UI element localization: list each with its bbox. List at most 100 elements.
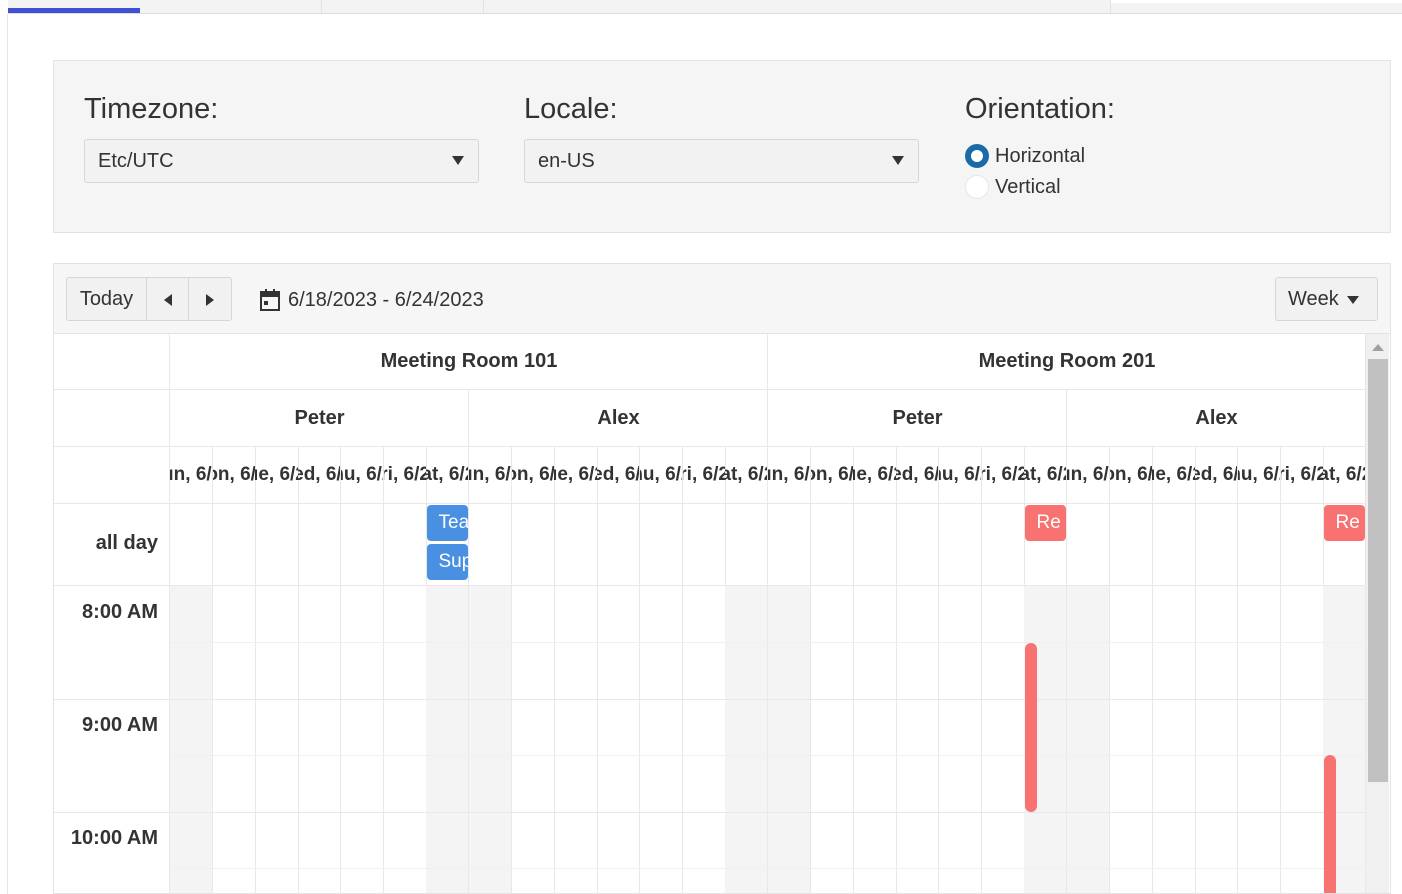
day-header: Wed, 6/21 (896, 447, 940, 504)
all-day-cell[interactable] (639, 504, 683, 586)
all-day-cell[interactable] (1195, 504, 1239, 586)
day-header: Tue, 6/20 (1152, 447, 1196, 504)
all-day-cell[interactable] (896, 504, 940, 586)
all-day-cell[interactable] (725, 504, 769, 586)
all-day-cell[interactable] (768, 504, 812, 586)
date-range-picker[interactable]: 6/18/2023 - 6/24/2023 (259, 287, 519, 313)
day-header: Mon, 6/19 (810, 447, 854, 504)
timed-event-bar[interactable] (1323, 755, 1336, 893)
day-header: Thu, 6/22 (340, 447, 384, 504)
day-header-label: Tue, 6/20 (853, 464, 895, 485)
day-header: Sat, 6/24 (1323, 447, 1366, 504)
locale-group: Locale: en-US (524, 91, 919, 183)
orientation-vertical[interactable]: Vertical (965, 174, 1165, 200)
day-header: Fri, 6/23 (1280, 447, 1324, 504)
all-day-cell[interactable] (511, 504, 555, 586)
all-day-cell[interactable] (1109, 504, 1153, 586)
day-header: Tue, 6/20 (554, 447, 598, 504)
all-day-cell[interactable] (1280, 504, 1324, 586)
all-day-cell[interactable] (340, 504, 384, 586)
all-day-cell[interactable] (597, 504, 641, 586)
event-team[interactable]: Team (426, 505, 468, 541)
all-day-cell[interactable] (298, 504, 342, 586)
tab-2[interactable] (322, 0, 484, 13)
scroll-up-icon[interactable] (1372, 344, 1384, 351)
all-day-cell[interactable] (981, 504, 1025, 586)
time-slot-row (170, 812, 1366, 869)
tab-3[interactable] (484, 0, 1111, 13)
person-header-label: Alex (1195, 407, 1238, 429)
all-day-cell[interactable] (469, 504, 513, 586)
day-header: Mon, 6/19 (511, 447, 555, 504)
day-header: Sun, 6/18 (1067, 447, 1111, 504)
orientation-group: Orientation: Horizontal Vertical (965, 91, 1265, 211)
all-day-cell[interactable] (554, 504, 598, 586)
vertical-scrollbar[interactable] (1366, 334, 1389, 893)
day-header-label: Sat, 6/24 (1323, 464, 1365, 485)
time-label: 8:00 AM (82, 601, 158, 623)
all-day-cell[interactable] (810, 504, 854, 586)
next-button[interactable] (189, 278, 231, 320)
all-day-cell[interactable] (853, 504, 897, 586)
all-day-cell[interactable] (383, 504, 427, 586)
scheduler-toolbar: Today 6/18/2023 - 6/24/2023 Week (54, 264, 1390, 334)
day-header: Thu, 6/22 (1237, 447, 1281, 504)
day-header-label: Sun, 6/18 (768, 464, 810, 485)
locale-label: Locale: (524, 93, 618, 125)
day-header: Fri, 6/23 (981, 447, 1025, 504)
all-day-cell[interactable] (255, 504, 299, 586)
day-header: Sat, 6/24 (426, 447, 470, 504)
room-header-label: Meeting Room 101 (380, 350, 558, 372)
scrollbar-thumb[interactable] (1368, 359, 1388, 782)
day-header: Sun, 6/18 (768, 447, 812, 504)
day-header-label: Thu, 6/22 (341, 464, 383, 485)
day-header: Thu, 6/22 (639, 447, 683, 504)
all-day-cell[interactable] (1067, 504, 1111, 586)
time-label-cell (54, 755, 170, 813)
previous-button[interactable] (147, 278, 189, 320)
time-slot-row (170, 699, 1366, 756)
caret-down-icon (1347, 296, 1359, 304)
caret-down-icon (452, 156, 464, 165)
day-header: Sat, 6/24 (725, 447, 769, 504)
calendar-icon (260, 289, 280, 311)
time-label: 10:00 AM (70, 827, 158, 849)
day-header: Wed, 6/21 (1195, 447, 1239, 504)
tab-strip (8, 0, 1402, 14)
day-header: Tue, 6/20 (255, 447, 299, 504)
day-header-label: Fri, 6/23 (683, 464, 725, 485)
all-day-cell[interactable] (938, 504, 982, 586)
event-re[interactable]: Re (1024, 505, 1066, 541)
view-selector[interactable]: Week (1275, 277, 1378, 321)
timezone-dropdown[interactable]: Etc/UTC (84, 139, 479, 183)
event-sup[interactable]: Sup (426, 544, 468, 580)
orientation-label: Orientation: (965, 93, 1115, 125)
day-header-label: Mon, 6/19 (213, 464, 256, 485)
radio-checked-icon[interactable] (965, 144, 989, 168)
day-header: Fri, 6/23 (682, 447, 726, 504)
corner-cell (54, 390, 170, 447)
day-header-label: Mon, 6/19 (811, 464, 854, 485)
day-header: Sat, 6/24 (1024, 447, 1068, 504)
all-day-cell[interactable] (1152, 504, 1196, 586)
all-day-cell[interactable] (1237, 504, 1281, 586)
person-header-label: Peter (294, 407, 345, 429)
all-day-cell[interactable] (682, 504, 726, 586)
all-day-cell[interactable] (212, 504, 256, 586)
corner-cell (54, 447, 170, 504)
locale-dropdown[interactable]: en-US (524, 139, 919, 183)
locale-value: en-US (538, 150, 595, 172)
all-day-cell[interactable] (170, 504, 214, 586)
person-header-label: Alex (597, 407, 640, 429)
view-label: Week (1288, 288, 1339, 310)
day-header-label: Wed, 6/21 (597, 464, 641, 485)
event-re[interactable]: Re (1323, 505, 1365, 541)
all-day-label: all day (95, 532, 158, 554)
timed-event-bar[interactable] (1024, 643, 1037, 812)
nav-button-group: Today (66, 277, 232, 321)
radio-unchecked-icon[interactable] (965, 175, 989, 199)
day-header-label: Sat, 6/24 (1024, 464, 1066, 485)
today-button[interactable]: Today (67, 278, 147, 320)
day-header: Mon, 6/19 (212, 447, 256, 504)
orientation-horizontal[interactable]: Horizontal (965, 143, 1165, 169)
